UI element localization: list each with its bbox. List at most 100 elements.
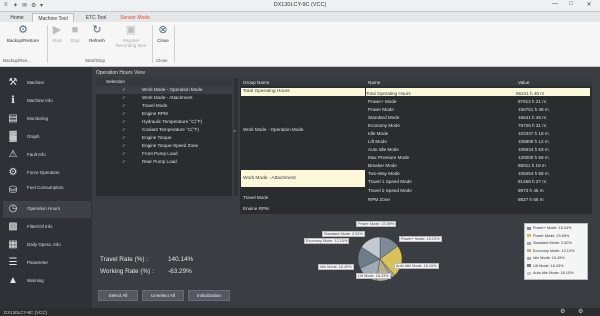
table-row[interactable]: Economy Mode 79725 h 31 m <box>366 121 590 129</box>
pie-label: Economy Mode: 12.10% <box>304 238 350 244</box>
minimize-icon[interactable]: — <box>548 1 562 11</box>
legend-item: Power+ Mode: 15.24% <box>527 226 572 231</box>
select-all-button[interactable]: Select All <box>98 290 138 301</box>
pie-label: Standard Mode: 2.52% <box>322 231 365 237</box>
group-cell[interactable]: Work Mode - Operation Mode <box>243 127 303 132</box>
list-item[interactable]: ✓ Engine Torque <box>96 134 232 142</box>
sidebar-item-machine-info[interactable]: ℹ Machine Info <box>3 93 91 110</box>
table-header: Group Name Name Value <box>240 78 592 86</box>
travel-rate-value: 140.14% <box>168 256 194 263</box>
list-item[interactable]: ✓ Rear Pump Load <box>96 158 232 166</box>
group-cell[interactable]: Total Operating Hours <box>241 88 365 96</box>
sidebar-item-warning[interactable]: ▲ Warning <box>3 273 91 290</box>
maximize-icon[interactable]: □ <box>564 1 578 11</box>
table-row[interactable]: RPM Zone 8827 h 55 m <box>366 195 590 203</box>
list-item[interactable]: ✓ Hydraulic Temperature °C(°F) <box>96 118 232 126</box>
clock-icon: ◷ <box>8 203 18 214</box>
results-table: Group Name Name Value Total Operating Ho… <box>240 78 592 211</box>
gear-icon[interactable]: ⚙ <box>560 308 565 315</box>
register-recording-item-button[interactable]: ▣ Register Recording Item <box>112 24 150 48</box>
status-machine: DX130LCY-9C (VCC) <box>4 309 48 315</box>
splitter[interactable]: ▸ <box>234 78 238 196</box>
check-icon[interactable]: ✓ <box>122 159 126 165</box>
table-row[interactable]: Travel 1 Speed Mode 81458 h 27 m <box>366 177 590 185</box>
pie-legend: Power+ Mode: 15.24% Power Mode: 23.69% S… <box>524 223 588 280</box>
initialization-button[interactable]: Initialization <box>188 290 230 301</box>
table-row[interactable]: Auto Idle Mode 106534 h 53 m <box>366 145 590 153</box>
table-row[interactable]: Standard Mode 16641 h 46 m <box>366 113 590 121</box>
table-row[interactable]: Power+ Mode 87912 h 21 m <box>366 97 590 105</box>
sidebar-item-fuel-consumption[interactable]: ⛁ Fuel Consumption <box>3 183 91 200</box>
sidebar-item-monitoring[interactable]: ▤ Monitoring <box>3 111 91 128</box>
title-bar: ≡ ✦ ✉ ⚙ ▾ DX130LCY-9C (VCC) — □ ✕ <box>0 0 600 12</box>
pie-label: Power+ Mode: 15.24% <box>399 236 442 242</box>
legend-item: Idle Mode: 15.49% <box>527 256 565 261</box>
table-row[interactable]: Travel 2 Speed Mode 8973 h 45 m <box>366 186 590 194</box>
stop-button[interactable]: ■ Stop <box>68 24 82 43</box>
travel-rate-label: Travel Rate (%) : <box>100 256 149 263</box>
ribbon-separator <box>47 25 48 63</box>
list-item[interactable]: ✓ Work Mode - Attachment <box>96 94 232 102</box>
register-icon: ▣ <box>125 24 137 36</box>
monitor-icon: ▤ <box>8 113 18 124</box>
table-row[interactable]: Breaker Mode 85011 h 19 m <box>366 161 590 169</box>
sidebar-item-operation-hours[interactable]: ◷ Operation Hours <box>3 201 91 218</box>
sidebar-item-parameter[interactable]: ☰ Parameter <box>3 255 91 272</box>
tab-home[interactable]: Home <box>4 13 30 22</box>
ribbon-tabs: Home Machine Tool ETC Tool Sensor Mode <box>0 12 600 22</box>
refresh-button[interactable]: ↻ Refresh <box>86 24 108 43</box>
settings-icon[interactable]: ⚙ <box>578 308 583 315</box>
list-item[interactable]: ✓ Engine RPM <box>96 110 232 118</box>
list-item[interactable]: ✓ Engine Torque-Speed Zone <box>96 142 232 150</box>
check-icon[interactable]: ✓ <box>122 143 126 149</box>
check-icon[interactable]: ✓ <box>122 95 126 101</box>
fuel-icon: ⛁ <box>8 185 18 196</box>
pie-label: Lift Mode: 16.33% <box>356 273 391 279</box>
sidebar-item-fault-info[interactable]: ⚠ Fault Info <box>3 147 91 164</box>
table-row[interactable]: Max Pressure Mode 120000 h 59 m <box>366 153 590 161</box>
check-icon[interactable]: ✓ <box>122 111 126 117</box>
check-icon[interactable]: ✓ <box>122 103 126 109</box>
check-icon[interactable]: ✓ <box>122 119 126 125</box>
table-row[interactable]: Idle Mode 103337 h 18 m <box>366 129 590 137</box>
excavator-icon: ⚒ <box>8 77 18 88</box>
graph-icon: ▓ <box>9 131 17 142</box>
calendar-icon: ▦ <box>8 239 18 250</box>
expand-icon[interactable]: ▸ <box>234 128 236 133</box>
group-cell[interactable]: Work Mode - Attachment <box>241 170 365 187</box>
info-icon: ℹ <box>11 95 15 106</box>
legend-item: Power Mode: 23.69% <box>527 234 569 239</box>
start-button[interactable]: ▶ Start <box>50 24 64 43</box>
sidebar-item-daily-opera-info[interactable]: ▦ Daily Opera. Info <box>3 237 91 254</box>
check-icon[interactable]: ✓ <box>122 87 126 93</box>
check-icon[interactable]: ✓ <box>122 135 126 141</box>
table-row[interactable]: Power Mode 155751 h 48 m <box>366 105 590 113</box>
close-window-icon[interactable]: ✕ <box>582 1 596 11</box>
play-icon: ▶ <box>52 24 62 36</box>
group-close: Close <box>156 58 168 63</box>
tab-etc-tool[interactable]: ETC Tool <box>78 13 114 22</box>
close-circle-icon: ⊗ <box>158 24 168 36</box>
sidebar-item-filter-oil-info[interactable]: ▩ Filter/Oil Info <box>3 219 91 236</box>
backup-restore-button[interactable]: ⚙ Backup/Restore <box>3 24 43 43</box>
group-cell[interactable]: Travel Mode <box>243 195 268 200</box>
table-row[interactable]: Total Operating Hours 65241 h 45 m <box>366 88 590 96</box>
list-item[interactable]: ✓ Coolant Temperature °C(°F) <box>96 126 232 134</box>
table-row[interactable]: Lift Mode 108909 h 12 m <box>366 137 590 145</box>
stop-icon: ■ <box>71 24 79 36</box>
list-item[interactable]: ✓ Front Pump Load <box>96 150 232 158</box>
working-rate-value: -63.29% <box>168 268 192 275</box>
sidebar-item-machine[interactable]: ⚒ Machine <box>3 75 91 92</box>
tab-sensor-mode[interactable]: Sensor Mode <box>116 13 154 22</box>
list-item[interactable]: ✓ Work Mode - Operation Mode <box>96 86 232 94</box>
tab-machine-tool[interactable]: Machine Tool <box>32 13 74 22</box>
sidebar-item-force-operation[interactable]: ⚙ Force Operation <box>3 165 91 182</box>
check-icon[interactable]: ✓ <box>122 127 126 133</box>
sidebar-item-graph[interactable]: ▓ Graph <box>3 129 91 146</box>
horizontal-scrollbar[interactable] <box>240 210 592 214</box>
table-row[interactable]: Two-Way Mode 108454 h 58 m <box>366 169 590 177</box>
unselect-all-button[interactable]: Unselect All <box>142 290 184 301</box>
check-icon[interactable]: ✓ <box>122 151 126 157</box>
list-item[interactable]: ✓ Travel Mode <box>96 102 232 110</box>
close-button[interactable]: ⊗ Close <box>155 24 171 43</box>
